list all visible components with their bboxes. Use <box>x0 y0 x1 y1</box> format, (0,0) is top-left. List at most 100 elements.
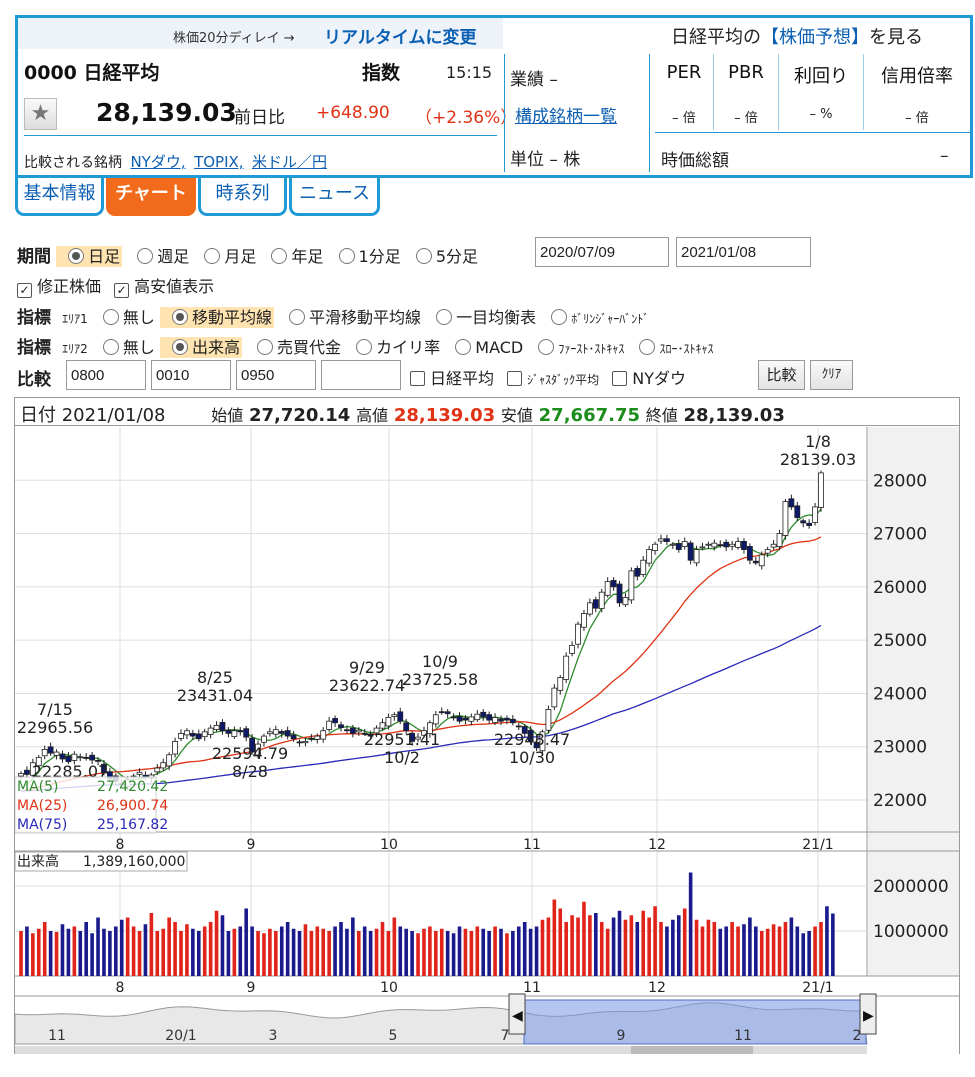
period-option-monthly[interactable]: 月足 <box>194 247 256 266</box>
compare-jasdaq-check[interactable]: ｼﾞｬｽﾀﾞｯｸ平均 <box>507 369 599 388</box>
compare-input-3[interactable] <box>236 360 316 390</box>
radio-icon[interactable] <box>102 309 119 325</box>
date-from-input[interactable] <box>535 237 669 267</box>
ind2-option-turnover[interactable]: 売買代金 <box>247 338 341 357</box>
constituents-link[interactable]: 構成銘柄一覧 <box>515 102 617 127</box>
candle-body <box>669 543 676 546</box>
pct-value: +2.36% <box>432 108 501 128</box>
volume-bar <box>552 899 557 976</box>
compare-checks: 日経平均 ｼﾞｬｽﾀﾞｯｸ平均 NYダウ <box>410 365 686 389</box>
period-option-weekly[interactable]: 週足 <box>127 247 189 266</box>
x-tick-label: 12 <box>648 980 666 996</box>
candle-body <box>195 733 202 740</box>
delay-notice: 株価20分ディレイ → <box>173 31 295 46</box>
radio-icon[interactable] <box>271 248 288 264</box>
ind2-option-volume[interactable]: 出来高 <box>159 337 242 358</box>
volume-bar <box>558 908 563 976</box>
radio-icon[interactable] <box>102 339 119 355</box>
check-label: 高安値表示 <box>134 277 215 296</box>
tab-chart[interactable]: チャート <box>106 178 196 216</box>
ma-legend-value: 27,420.42 <box>97 779 168 795</box>
ind1-option-bollinger[interactable]: ﾎﾞﾘﾝｼﾞｬｰﾊﾞﾝﾄﾞ <box>541 308 649 327</box>
volume-bar <box>546 917 551 976</box>
radio-icon[interactable] <box>137 248 154 264</box>
radio-icon[interactable] <box>436 309 453 325</box>
compare-nydow-check[interactable]: NYダウ <box>612 369 686 388</box>
candle-body <box>474 713 481 721</box>
checkbox-icon[interactable] <box>410 371 425 386</box>
compare-link-nydow[interactable]: NYダウ, <box>130 153 185 171</box>
candle-body <box>213 725 220 730</box>
volume-bar <box>392 917 397 976</box>
volume-bar <box>422 928 426 976</box>
candle-body <box>551 687 558 708</box>
volume-tick-label: 1000000 <box>873 922 949 942</box>
tab-basic-info[interactable]: 基本情報 <box>15 178 104 216</box>
earnings-label: 業績 – <box>510 70 558 90</box>
ind2-option-deviation[interactable]: カイリ率 <box>346 338 440 357</box>
ind2-option-slow-stoch[interactable]: ｽﾛｰ･ｽﾄｷｬｽ <box>629 338 713 357</box>
date-to-input[interactable] <box>676 237 811 267</box>
ind1-option-ichimoku[interactable]: 一目均衡表 <box>426 308 536 327</box>
quote-header: 株価20分ディレイ → リアルタイムに変更 日経平均の【株価予想】を見る 000… <box>15 15 973 178</box>
compare-link-topix[interactable]: TOPIX, <box>194 153 243 171</box>
compare-nikkei-check[interactable]: 日経平均 <box>410 369 494 388</box>
clear-button[interactable]: ｸﾘｱ <box>810 360 853 390</box>
radio-icon[interactable] <box>171 309 188 325</box>
adjusted-price-check[interactable]: ✓ 修正株価 <box>17 277 101 298</box>
realtime-link[interactable]: リアルタイムに変更 <box>324 23 477 48</box>
stock-prediction-link[interactable]: 【株価予想】 <box>761 27 869 48</box>
volume-bar <box>819 922 823 976</box>
ind1-option-none[interactable]: 無し <box>93 308 155 327</box>
candle-body <box>664 538 670 542</box>
date-label: 日付 <box>20 405 56 426</box>
radio-icon[interactable] <box>257 339 274 355</box>
radio-icon[interactable] <box>415 248 432 264</box>
favorite-star-icon[interactable]: ★ <box>24 98 57 130</box>
checkbox-icon[interactable] <box>507 371 523 386</box>
divider <box>504 54 505 172</box>
radio-icon[interactable] <box>639 339 656 355</box>
price-chart[interactable]: 22000 23000 24000 25000 26000 27000 28000 8 8 9 9 1… <box>15 427 959 1054</box>
tab-news[interactable]: ニュース <box>289 178 380 216</box>
compare-input-4[interactable] <box>321 360 401 390</box>
volume-tick-label: 2000000 <box>873 877 949 897</box>
period-option-5min[interactable]: 5分足 <box>406 247 478 266</box>
radio-icon[interactable] <box>551 309 568 325</box>
checkbox-icon[interactable]: ✓ <box>114 283 130 298</box>
candle-body <box>509 718 516 724</box>
radio-icon[interactable] <box>455 339 472 355</box>
radio-icon[interactable] <box>289 309 306 325</box>
candle-body <box>385 717 392 727</box>
compare-input-2[interactable] <box>151 360 231 390</box>
volume-bar <box>635 922 640 976</box>
price-change-pct: （+2.36%） <box>415 103 517 128</box>
ind2-option-fast-stoch[interactable]: ﾌｧｰｽﾄ･ｽﾄｷｬｽ <box>528 338 624 357</box>
radio-icon[interactable] <box>338 248 355 264</box>
ind2-option-none[interactable]: 無し <box>93 338 155 357</box>
period-option-yearly[interactable]: 年足 <box>261 247 323 266</box>
checkbox-icon[interactable]: ✓ <box>17 283 32 298</box>
period-option-1min[interactable]: 1分足 <box>329 247 401 266</box>
radio-icon[interactable] <box>171 339 188 355</box>
ma-legend-value: 25,167.82 <box>97 817 168 833</box>
tab-timeseries[interactable]: 時系列 <box>198 178 287 216</box>
radio-icon[interactable] <box>356 339 373 355</box>
ind1-option-ma[interactable]: 移動平均線 <box>159 307 274 328</box>
radio-icon[interactable] <box>538 339 555 355</box>
volume-bar <box>682 908 687 976</box>
compare-link-usdjpy[interactable]: 米ドル／円 <box>252 153 327 171</box>
radio-icon[interactable] <box>68 248 85 264</box>
compare-button[interactable]: 比較 <box>758 360 805 390</box>
ind2-option-macd[interactable]: MACD <box>445 338 523 357</box>
volume-bar <box>119 919 124 976</box>
checkbox-icon[interactable] <box>612 371 628 386</box>
candle-body <box>154 767 161 773</box>
date-value: 2021/01/08 <box>61 405 166 426</box>
compare-input-1[interactable] <box>66 360 146 390</box>
period-option-daily[interactable]: 日足 <box>56 246 123 267</box>
high-low-check[interactable]: ✓ 高安値表示 <box>114 277 215 298</box>
ind1-option-ema[interactable]: 平滑移動平均線 <box>279 308 421 327</box>
radio-icon[interactable] <box>204 248 221 264</box>
yield-label: 利回り <box>794 66 848 87</box>
